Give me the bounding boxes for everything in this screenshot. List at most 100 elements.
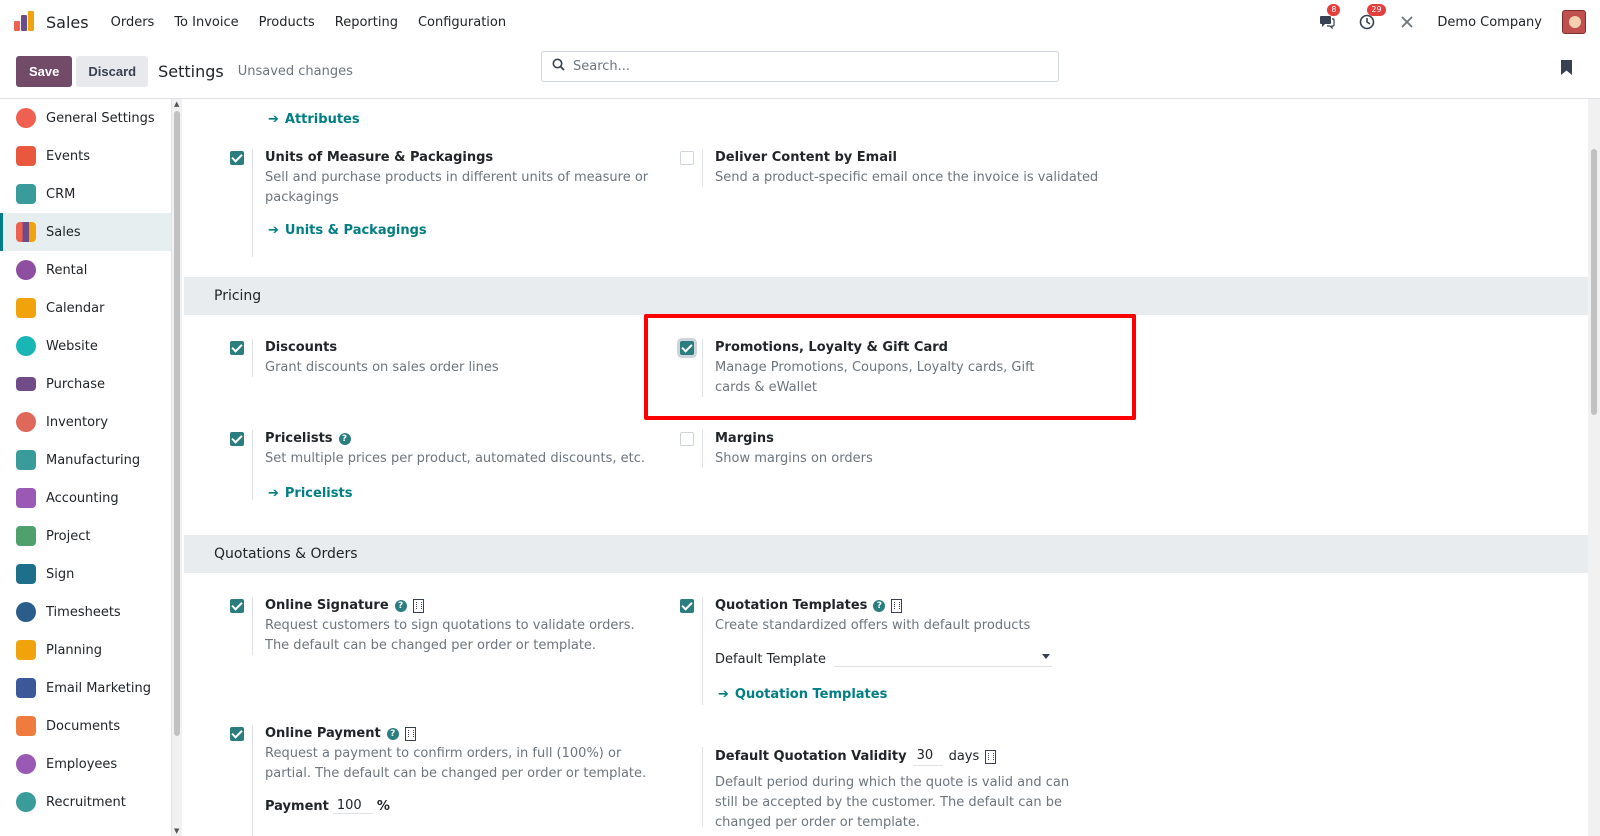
setting-description: Show margins on orders (715, 451, 873, 466)
sidebar-item-project[interactable]: Project (0, 517, 171, 555)
sidebar-item-purchase[interactable]: Purchase (0, 365, 171, 403)
menu-configuration[interactable]: Configuration (418, 15, 506, 30)
setting-description: Create standardized offers with default … (715, 618, 1031, 633)
sales-icon (16, 222, 36, 242)
sidebar-item-general-settings[interactable]: General Settings (0, 99, 171, 137)
inventory-box-icon (16, 412, 36, 432)
sidebar-item-label: Accounting (46, 490, 119, 506)
sidebar-item-label: Recruitment (46, 794, 126, 810)
sidebar-item-label: Planning (46, 642, 102, 658)
sidebar-item-label: Rental (46, 262, 88, 278)
link-label: Pricelists (284, 486, 353, 501)
sidebar-scroll-thumb[interactable] (174, 111, 180, 736)
sidebar-item-rental[interactable]: Rental (0, 251, 171, 289)
sidebar-item-accounting[interactable]: Accounting (0, 479, 171, 517)
menu-reporting[interactable]: Reporting (335, 15, 398, 30)
pricelists-checkbox[interactable] (230, 432, 244, 446)
app-brand[interactable]: Sales (46, 13, 89, 32)
payment-percent-input[interactable]: 100 (332, 798, 373, 814)
sidebar-item-planning[interactable]: Planning (0, 631, 171, 669)
online-payment-checkbox[interactable] (230, 727, 244, 741)
setting-description: Request a payment to confirm orders, in … (265, 746, 647, 781)
quotation-templates-link[interactable]: ➔ Quotation Templates (718, 687, 887, 702)
sales-app-icon[interactable] (14, 11, 36, 33)
arrow-right-icon: ➔ (268, 112, 279, 127)
accounting-icon (16, 488, 36, 508)
setting-description: Default period during which the quote is… (715, 775, 1070, 830)
help-icon[interactable]: ? (873, 600, 886, 612)
pricelists-link[interactable]: ➔ Pricelists (268, 486, 352, 501)
scroll-up-arrow-icon[interactable]: ▲ (174, 100, 179, 108)
margins-checkbox[interactable] (680, 432, 694, 446)
validity-days-input[interactable]: 30 (912, 747, 943, 766)
company-switcher[interactable]: Demo Company (1437, 15, 1542, 30)
sidebar-item-label: Employees (46, 756, 118, 772)
activities-badge: 29 (1367, 4, 1386, 16)
sidebar-item-label: Timesheets (46, 604, 121, 620)
activities-clock-icon[interactable]: 29 (1357, 4, 1386, 32)
sidebar-item-timesheets[interactable]: Timesheets (0, 593, 171, 631)
sidebar-item-employees[interactable]: Employees (0, 745, 171, 783)
setting-title: Quotation Templates (715, 598, 868, 613)
messages-icon[interactable]: 8 (1317, 4, 1341, 32)
menu-orders[interactable]: Orders (111, 15, 155, 30)
calendar-icon (16, 298, 36, 318)
attributes-link[interactable]: ➔ Attributes (268, 112, 360, 127)
help-icon[interactable]: ? (394, 600, 407, 612)
company-building-icon (412, 599, 424, 613)
bookmark-icon[interactable] (1561, 60, 1572, 75)
highlight-box (644, 314, 1136, 420)
setting-description: Send a product-specific email once the i… (715, 170, 1099, 185)
help-icon[interactable]: ? (338, 433, 351, 445)
sidebar-item-sign[interactable]: Sign (0, 555, 171, 593)
menu-to-invoice[interactable]: To Invoice (174, 15, 238, 30)
messages-badge: 8 (1327, 4, 1341, 16)
content-scroll-thumb[interactable] (1591, 149, 1597, 415)
sidebar-item-events[interactable]: Events (0, 137, 171, 175)
user-avatar[interactable] (1562, 10, 1586, 34)
discard-button[interactable]: Discard (76, 55, 149, 87)
sidebar-item-label: Sales (46, 224, 81, 240)
unsaved-status: Unsaved changes (237, 63, 353, 79)
content-scrollbar[interactable] (1588, 99, 1600, 836)
quotation-templates-checkbox[interactable] (680, 599, 694, 613)
units-packagings-link[interactable]: ➔ Units & Packagings (268, 223, 427, 238)
sidebar-item-manufacturing[interactable]: Manufacturing (0, 441, 171, 479)
setting-title: Default Quotation Validity (715, 748, 907, 764)
sidebar-item-inventory[interactable]: Inventory (0, 403, 171, 441)
default-template-select[interactable] (833, 651, 1052, 667)
save-button[interactable]: Save (16, 55, 73, 87)
sidebar-item-recruitment[interactable]: Recruitment (0, 783, 171, 821)
settings-content: ➔ Attributes Units of Measure & Packaging… (184, 99, 1588, 836)
sidebar-item-calendar[interactable]: Calendar (0, 289, 171, 327)
link-label: Quotation Templates (734, 687, 888, 702)
section-quotations-orders: Quotations & Orders (184, 535, 1588, 573)
sidebar-item-sales[interactable]: Sales (0, 213, 171, 251)
sidebar-item-documents[interactable]: Documents (0, 707, 171, 745)
sidebar-item-label: Events (46, 148, 91, 164)
sidebar-item-label: Manufacturing (46, 452, 141, 468)
search-input[interactable] (573, 59, 1013, 74)
search-box[interactable] (541, 51, 1059, 82)
default-template-label: Default Template (715, 651, 826, 667)
debug-tools-icon[interactable] (1397, 12, 1417, 32)
online-signature-checkbox[interactable] (230, 599, 244, 613)
validity-unit: days (948, 748, 980, 764)
sidebar-item-label: Project (46, 528, 91, 544)
discounts-checkbox[interactable] (230, 341, 244, 355)
deliver-content-checkbox[interactable] (680, 151, 694, 165)
sidebar-item-email-marketing[interactable]: Email Marketing (0, 669, 171, 707)
uom-checkbox[interactable] (230, 151, 244, 165)
sidebar-scrollbar[interactable]: ▲ ▼ (172, 99, 182, 836)
company-building-icon (404, 727, 416, 741)
help-icon[interactable]: ? (386, 728, 399, 740)
setting-title: Online Signature (265, 598, 389, 613)
sidebar-item-crm[interactable]: CRM (0, 175, 171, 213)
menu-products[interactable]: Products (259, 15, 315, 30)
company-building-icon (985, 749, 997, 764)
scroll-down-arrow-icon[interactable]: ▼ (174, 827, 179, 835)
general-settings-icon (16, 108, 36, 128)
sidebar-item-website[interactable]: Website (0, 327, 171, 365)
settings-sidebar: General Settings Events CRM Sales Rental… (0, 99, 172, 836)
top-navbar: Sales Orders To Invoice Products Reporti… (0, 0, 1600, 44)
